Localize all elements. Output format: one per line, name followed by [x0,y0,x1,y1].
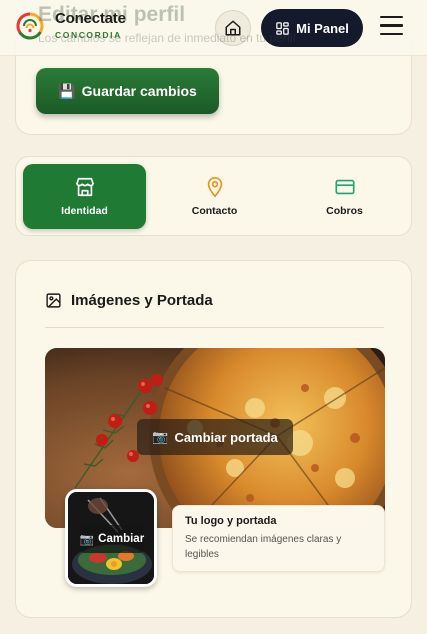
credit-card-icon [334,179,355,195]
camera-icon: 📷 [79,534,95,546]
tab-identidad[interactable]: Identidad [23,164,146,229]
save-changes-button[interactable]: 💾 Guardar cambios [36,68,219,114]
section-heading: Imágenes y Portada [45,292,213,309]
change-cover-label: Cambiar portada [174,429,278,445]
logo-image[interactable]: 📷 Cambiar [65,489,157,587]
tab-cobros[interactable]: Cobros [283,164,406,229]
save-changes-label: Guardar cambios [81,83,197,99]
change-logo-label: Cambiar [98,533,145,545]
section-title: Imágenes y Portada [71,292,213,309]
logo-info-box: Tu logo y portada Se recomiendan imágene… [172,505,385,572]
map-pin-icon [207,177,222,198]
change-logo-button[interactable]: 📷 Cambiar [80,525,144,553]
images-section: Imágenes y Portada 📷 Cambiar portada 📷 C… [15,260,412,618]
tab-contacto-label: Contacto [191,205,238,217]
camera-icon: 📷 [152,429,169,444]
image-icon [46,293,61,308]
tab-identidad-label: Identidad [61,205,108,217]
hamburger-menu-icon[interactable] [380,16,406,38]
tab-cobros-label: Cobros [326,205,363,217]
page-subtitle: Los cambios se reflejan de inmediato en … [38,31,296,45]
store-icon [75,177,94,197]
divider [45,327,384,328]
section-tabs: Identidad Contacto Cobros [15,156,412,236]
info-description: Se recomiendan imágenes claras y legible… [185,534,342,560]
logo-photo: 📷 Cambiar [68,492,154,584]
floppy-disk-icon: 💾 [58,82,76,99]
top-header: Editar mi perfil Los cambios se reflejan… [0,0,427,56]
page-title: Editar mi perfil [38,3,186,26]
tab-contacto[interactable]: Contacto [153,164,276,229]
page-title-behind: Editar mi perfil Los cambios se reflejan… [38,3,295,45]
info-title: Tu logo y portada [185,515,277,527]
mi-panel-label: Mi Panel [296,20,349,36]
change-cover-button[interactable]: 📷 Cambiar portada [137,419,293,455]
